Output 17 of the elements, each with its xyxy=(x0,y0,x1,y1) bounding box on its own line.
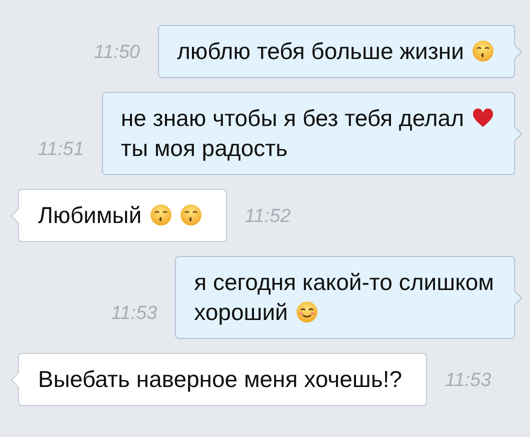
kissing-face-icon xyxy=(180,204,202,226)
kissing-face-icon xyxy=(472,40,494,62)
message-time: 11:52 xyxy=(244,206,291,229)
message-text: я сегодня какой-то слишком xyxy=(194,268,494,297)
smiling-face-icon xyxy=(296,301,318,323)
message-time: 11:50 xyxy=(94,42,140,65)
message-text: Выебать наверное меня хочешь!? xyxy=(38,365,402,394)
message-text: хороший xyxy=(194,298,288,327)
kissing-face-icon xyxy=(150,204,172,226)
message-text: ты моя радость xyxy=(120,134,288,163)
message-text: не знаю чтобы я без тебя делал xyxy=(120,104,464,133)
message-text: люблю тебя больше жизни xyxy=(176,37,464,66)
message-time: 11:53 xyxy=(111,303,158,326)
message-time: 11:53 xyxy=(445,370,492,393)
message-text: Любимый xyxy=(38,201,142,230)
heart-icon xyxy=(472,108,494,128)
message-time: 11:51 xyxy=(38,139,84,162)
